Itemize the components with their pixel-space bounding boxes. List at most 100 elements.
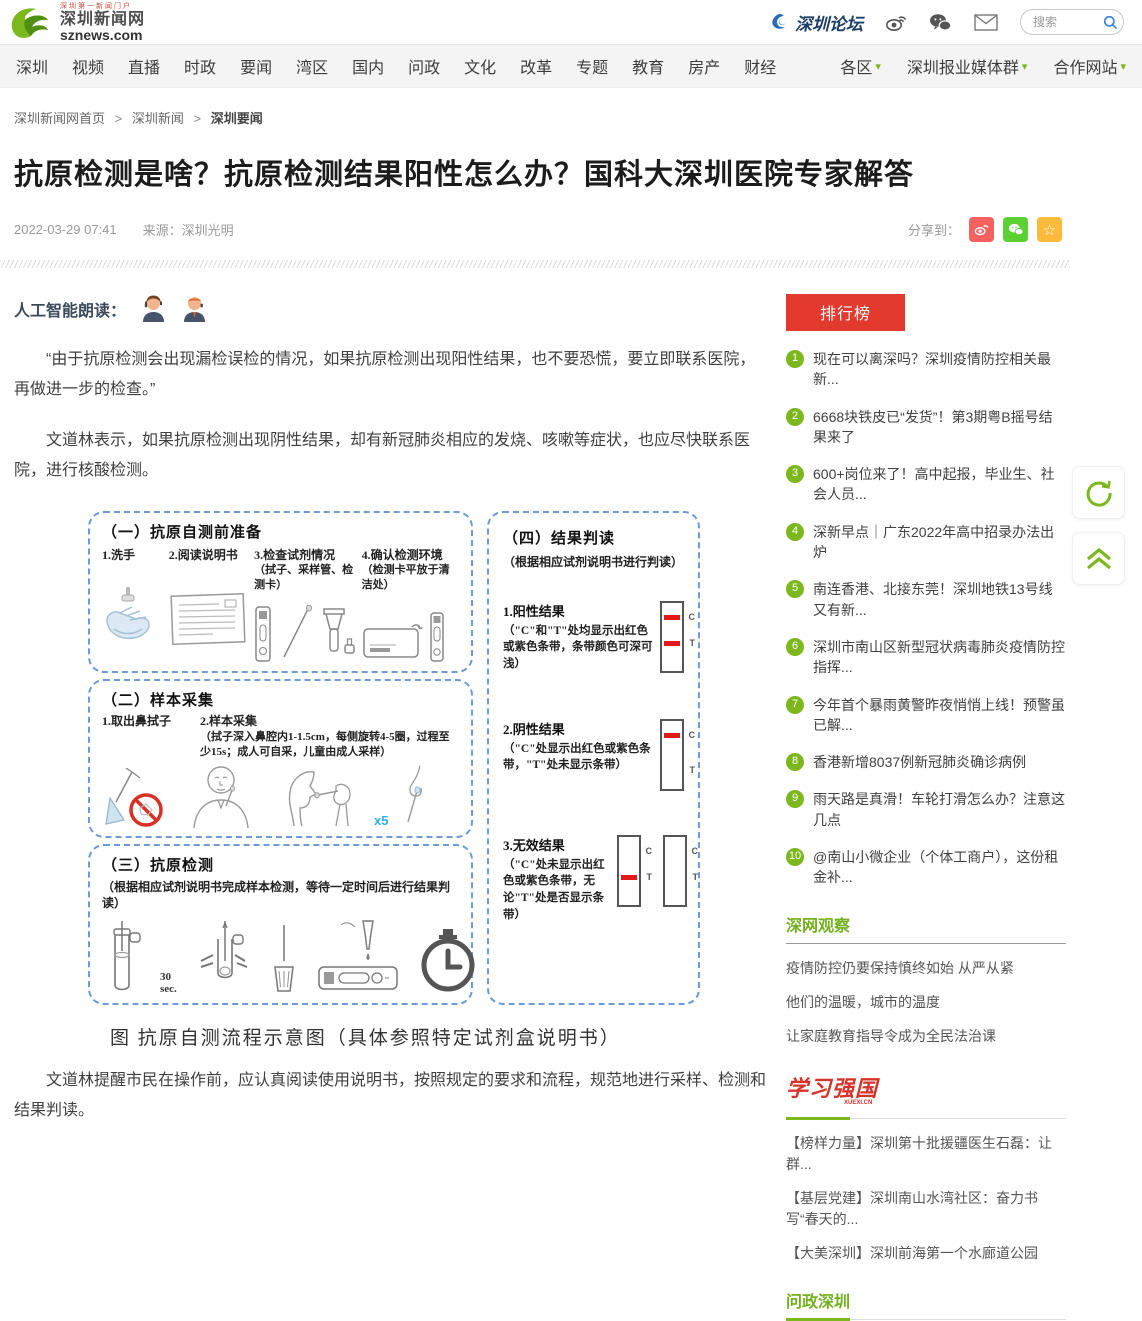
publish-date: 2022-03-29 07:41 [14,222,117,237]
ranking-item[interactable]: 6 深圳市南山区新型冠状病毒肺炎疫情防控指挥... [786,637,1066,678]
nav-item[interactable]: 文化 [464,54,496,78]
breadcrumb-section[interactable]: 深圳新闻 [132,111,184,126]
article-meta: 2022-03-29 07:41 来源：深圳光明 分享到： ☆ [0,193,1142,242]
share-qzone-icon[interactable]: ☆ [1037,217,1062,242]
sidebar: 排行榜 1 现在可以离深吗？深圳疫情防控相关最新... 2 6668块铁皮已“发… [786,294,1066,1320]
nav-dropdowns: 各区 深圳报业媒体群 合作网站 [840,54,1126,78]
weibo-icon[interactable] [885,13,907,32]
observe-item[interactable]: 疫情防控仍要保持慎终如始 从严从紧 [786,958,1066,979]
trash-bin-icon [271,925,297,995]
logo-title: 深圳新闻网 [60,12,145,28]
xuexi-item[interactable]: 【榜样力量】深圳第十批援疆医生石磊：让群... [786,1133,1066,1175]
refresh-icon [1084,478,1114,508]
ranking-item[interactable]: 3 600+岗位来了！高中起报，毕业生、社会人员... [786,464,1066,505]
test-cassette-icon [254,605,272,663]
observe-section: 深网观察 疫情防控仍要保持慎终如始 从严从紧他们的温暖，城市的温度让家庭教育指导… [786,912,1066,1047]
antigen-test-figure: （一）抗原自测前准备 1.洗手 [88,511,772,1005]
ranking-tab[interactable]: 排行榜 [786,294,905,331]
back-to-top-button[interactable] [1072,532,1125,585]
nav-item[interactable]: 专题 [576,54,608,78]
nav-item[interactable]: 问政 [408,54,440,78]
search-input[interactable] [1033,15,1103,29]
article-body: 人工智能朗读： “由于抗原检测会 [14,294,772,1320]
flat-surface-card-icon [362,619,424,663]
stripe-divider [0,260,1070,268]
chevron-down-icon [1022,57,1028,75]
refresh-button[interactable] [1072,466,1125,519]
share-label: 分享到： [908,220,960,239]
wechat-icon[interactable] [929,13,952,32]
observe-section-title[interactable]: 深网观察 [786,912,1066,944]
main-nav: 深圳视频直播时政要闻湾区国内问政文化改革专题教育房产财经 各区 深圳报业媒体群 合作… [0,44,1142,88]
share-weibo-icon[interactable] [969,217,994,242]
ranking-item[interactable]: 1 现在可以离深吗？深圳疫情防控相关最新... [786,349,1066,390]
nav-item[interactable]: 国内 [352,54,384,78]
remove-swab-icon [195,921,253,995]
nav-dropdown[interactable]: 深圳报业媒体群 [907,54,1028,78]
rank-number-badge: 2 [786,408,804,426]
nav-item[interactable]: 教育 [632,54,664,78]
swab-icon [278,605,312,663]
negative-strip: C T [660,719,684,791]
observe-list: 疫情防控仍要保持慎终如始 从严从紧他们的温暖，城市的温度让家庭教育指导令成为全民… [786,958,1066,1047]
ranking-item[interactable]: 8 香港新增8037例新冠肺炎确诊病例 [786,752,1066,772]
ranking-item[interactable]: 9 雨天路是真滑！车轮打滑怎么办？注意这几点 [786,789,1066,830]
ranking-item[interactable]: 7 今年首个暴雨黄警昨夜悄悄上线！预警虽已解... [786,695,1066,736]
forum-link[interactable]: 深圳论坛 [768,10,863,35]
share-wechat-icon[interactable] [1003,217,1028,242]
nav-item[interactable]: 财经 [744,54,776,78]
nav-item[interactable]: 直播 [128,54,160,78]
search-icon[interactable] [1103,15,1118,30]
logo-domain: sznews.com [60,28,145,42]
xuexi-logo[interactable]: 学习强国 XUEXI.CN [786,1071,1066,1111]
wenzheng-section: 问政深圳 [786,1288,1066,1320]
breadcrumb-home[interactable]: 深圳新闻网首页 [14,111,105,126]
rank-number-badge: 7 [786,696,804,714]
figure-caption: 图 抗原自测流程示意图（具体参照特定试剂盒说明书） [110,1023,772,1050]
source-name: 深圳光明 [182,223,234,238]
xuexi-section: 学习强国 XUEXI.CN 【榜样力量】深圳第十批援疆医生石磊：让群... 【基层… [786,1071,1066,1264]
search-box [1020,9,1124,35]
nav-item[interactable]: 时政 [184,54,216,78]
ranking-list: 1 现在可以离深吗？深圳疫情防控相关最新... 2 6668块铁皮已“发货”！第… [786,349,1066,888]
nav-item[interactable]: 深圳 [16,54,48,78]
ai-reader-male-avatar[interactable] [181,294,208,323]
ranking-item[interactable]: 2 6668块铁皮已“发货”！第3期粤B摇号结果来了 [786,407,1066,448]
double-chevron-up-icon [1084,546,1114,572]
drop-on-cassette-icon [315,919,401,995]
nav-item[interactable]: 要闻 [240,54,272,78]
site-logo[interactable]: 深圳第一新闻门户 深圳新闻网 sznews.com [10,3,145,42]
ranking-item[interactable]: 10 @南山小微企业（个体工商户），这份租金补... [786,847,1066,888]
rank-number-badge: 4 [786,523,804,541]
nav-dropdown[interactable]: 各区 [840,54,881,78]
nav-item[interactable]: 湾区 [296,54,328,78]
nav-item[interactable]: 房产 [688,54,720,78]
paragraph-1: “由于抗原检测会出现漏检误检的情况，如果抗原检测出现阳性结果，也不要恐慌，要立即… [14,345,772,404]
figure-section-result: （四）结果判读 （根据相应试剂说明书进行判读） 1.阳性结果 （"C"和"T"处… [487,511,700,1005]
nav-item[interactable]: 改革 [520,54,552,78]
breadcrumb: 深圳新闻网首页 > 深圳新闻 > 深圳要闻 [0,88,1142,127]
ai-reader-female-avatar[interactable] [140,294,167,323]
upright-cassette-icon [429,611,445,663]
rank-number-badge: 3 [786,465,804,483]
rank-number-badge: 1 [786,350,804,368]
observe-item[interactable]: 让家庭教育指导令成为全民法治课 [786,1026,1066,1047]
forum-icon [768,12,790,32]
observe-item[interactable]: 他们的温暖，城市的温度 [786,992,1066,1013]
chevron-down-icon [875,57,881,75]
nose-closeup-icon [404,764,434,828]
sample-tube-icon [318,605,358,663]
ranking-item[interactable]: 5 南连香港、北接东莞！深圳地铁13号线又有新... [786,579,1066,620]
invalid-strips: C T C T [617,835,687,924]
rank-number-badge: 8 [786,753,804,771]
nav-item[interactable]: 视频 [72,54,104,78]
figure-section-test: （三）抗原检测 （根据相应试剂说明书完成样本检测，等待一定时间后进行结果判读） [88,844,473,1005]
rank-number-badge: 9 [786,790,804,808]
nav-dropdown[interactable]: 合作网站 [1053,54,1126,78]
ranking-item[interactable]: 4 深新早点｜广东2022年高中招录办法出炉 [786,522,1066,563]
xuexi-item[interactable]: 【大美深圳】深圳前海第一个水廊道公园 [786,1243,1066,1264]
xuexi-item[interactable]: 【基层党建】深圳南山水湾社区：奋力书写“春天的... [786,1188,1066,1230]
chevron-down-icon [1120,57,1126,75]
wenzheng-section-title[interactable]: 问政深圳 [786,1288,1066,1320]
mail-icon[interactable] [974,14,998,31]
